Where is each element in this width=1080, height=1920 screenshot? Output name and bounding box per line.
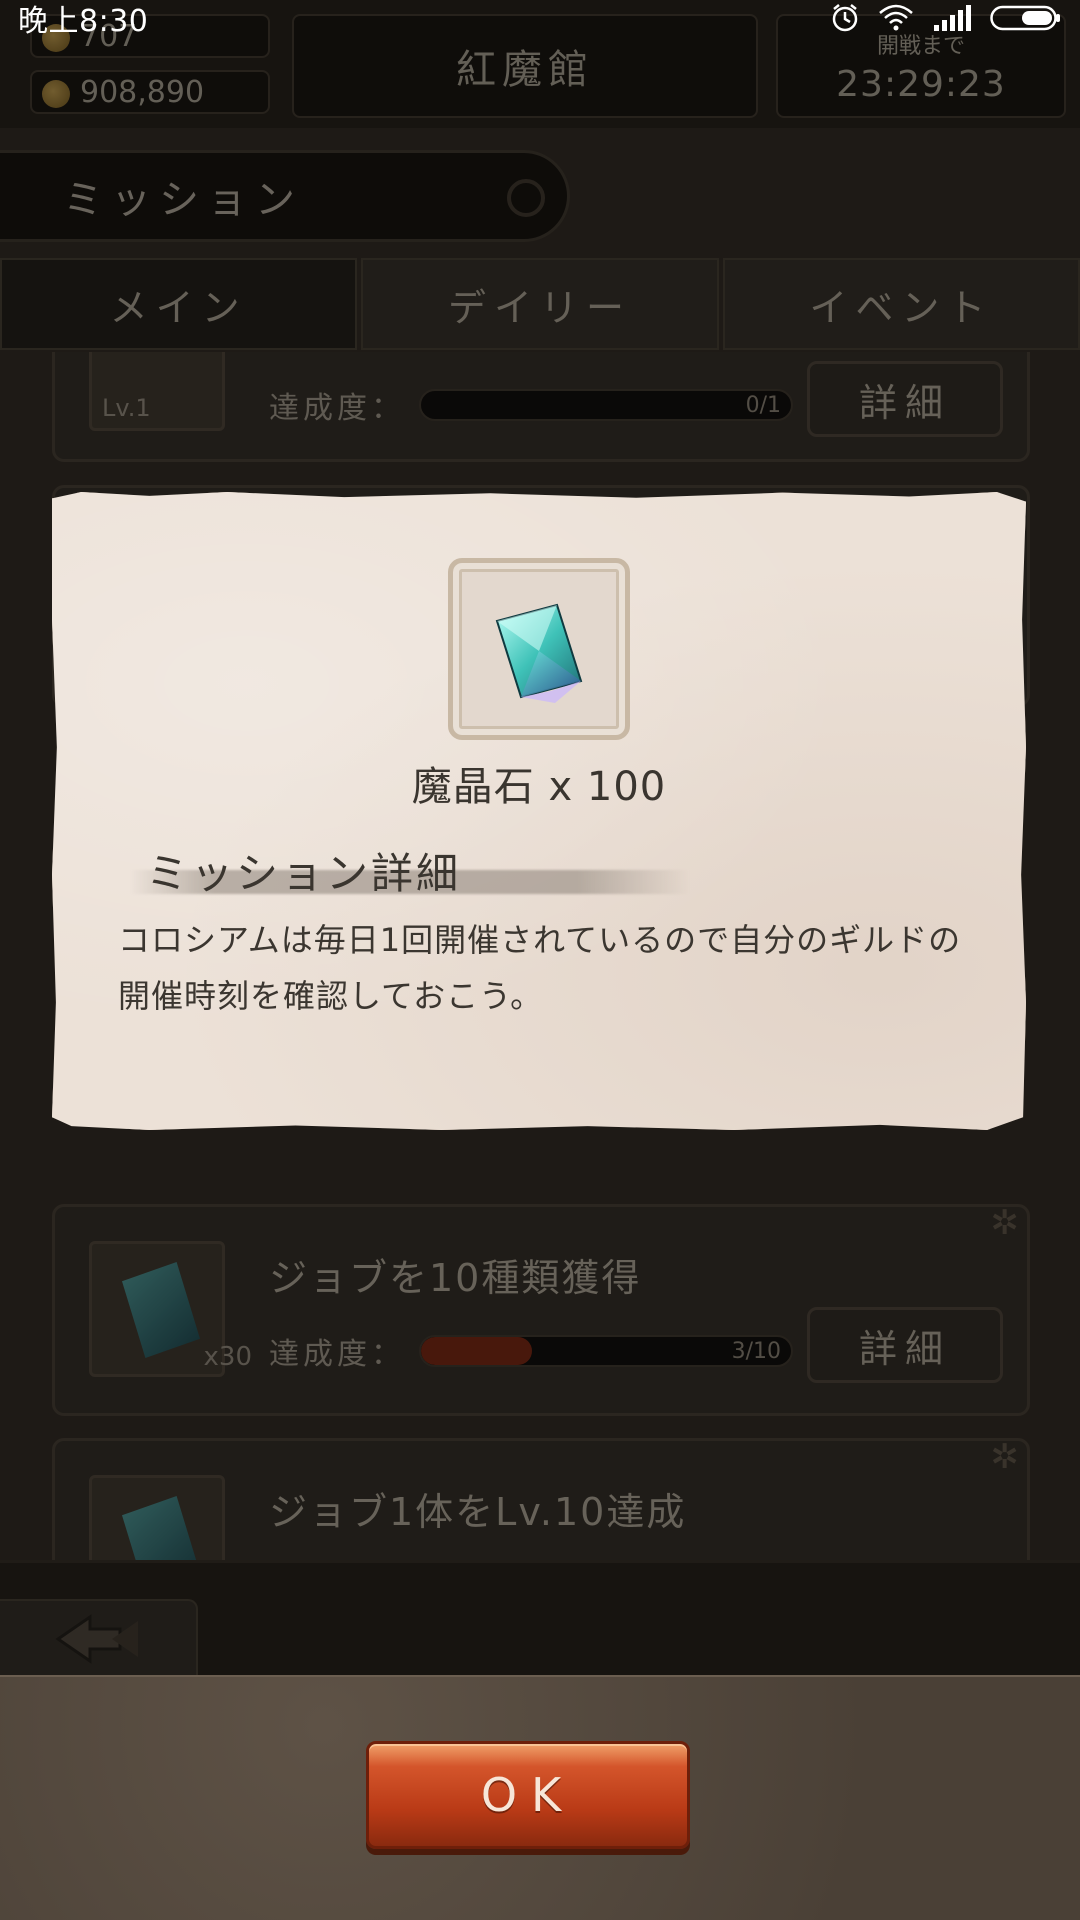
wifi-icon bbox=[879, 4, 913, 31]
action-area: OK bbox=[0, 1675, 1080, 1920]
status-bar: 晚上8:30 bbox=[0, 0, 1080, 39]
magic-crystal-icon bbox=[495, 603, 583, 703]
battery-icon bbox=[990, 5, 1060, 31]
status-icons bbox=[830, 3, 1062, 33]
mission-description: コロシアムは毎日1回開催されているので自分のギルドの開催時刻を確認しておこう。 bbox=[118, 921, 962, 1015]
signal-icon bbox=[934, 5, 971, 31]
ok-button[interactable]: OK bbox=[366, 1741, 690, 1849]
alarm-icon bbox=[832, 4, 858, 32]
modal-heading: ミッション詳細 bbox=[146, 849, 462, 898]
mission-detail-modal: 魔晶石 x 100 ミッション詳細 コロシアムは毎日1回開催されているので自分の… bbox=[52, 492, 1026, 1130]
status-time: 晚上8:30 bbox=[18, 4, 149, 39]
reward-item-frame bbox=[448, 558, 630, 740]
reward-text: 魔晶石 x 100 bbox=[411, 764, 667, 810]
